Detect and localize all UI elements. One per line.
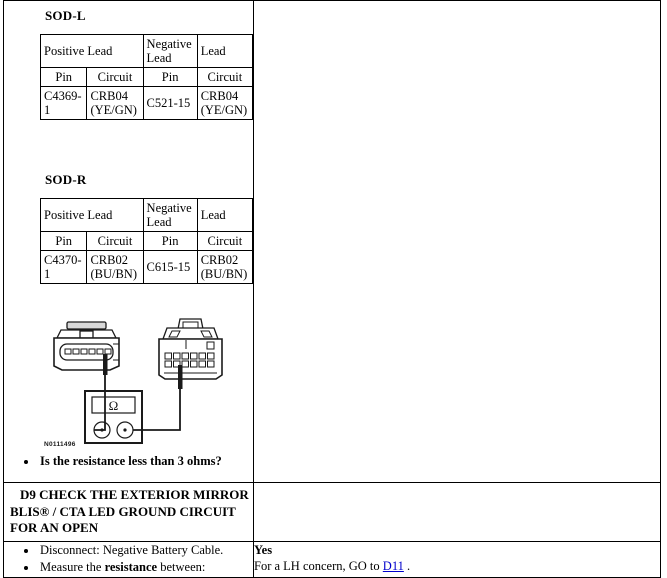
table-subheader-row: Pin Circuit Pin Circuit (39, 231, 254, 251)
sod-r-pos-pin-value: C4370-1 (39, 250, 88, 284)
step-d9-header-cell: D9 CHECK THE EXTERIOR MIRROR BLIS® / CTA… (3, 482, 254, 542)
result-text-after: . (403, 558, 411, 573)
table-row: Disconnect: Negative Battery Cable. Meas… (3, 540, 661, 578)
link-d11[interactable]: D11 (383, 559, 404, 573)
figure-id-label: N0111496 (44, 441, 76, 448)
step-d9-result-cell: Yes For a LH concern, GO to D11 . (253, 540, 661, 578)
step-d9-bullet-list: Disconnect: Negative Battery Cable. Meas… (4, 542, 253, 577)
sod-l-neg-pin-header: Pin (142, 67, 198, 87)
table-row: C4369-1 CRB04 (YE/GN) C521-15 CRB04 (YE/… (39, 86, 254, 120)
sod-l-lead-table: Positive Lead Negative Lead Lead Pin Cir… (39, 34, 254, 120)
table-row: SOD-L Positive Lead Negative Lead Lead P… (3, 0, 661, 483)
diagnostic-table: SOD-L Positive Lead Negative Lead Lead P… (3, 0, 661, 578)
step-d9-header-result-cell (253, 482, 661, 542)
sod-l-positive-lead-header: Positive Lead (40, 34, 144, 68)
left-connector-icon (53, 321, 120, 371)
sod-r-title: SOD-R (45, 172, 87, 187)
sod-r-pos-pin-header: Pin (39, 231, 88, 251)
bullet-suffix: between: (157, 560, 206, 575)
list-item: Disconnect: Negative Battery Cable. (38, 542, 253, 559)
detail-result-cell (253, 0, 661, 483)
step-d9-body-cell: Disconnect: Negative Battery Cable. Meas… (3, 540, 254, 578)
sod-l-neg-circuit-header: Circuit (196, 67, 254, 87)
sod-r-neg-pin-header: Pin (142, 231, 198, 251)
bullet-prefix: Measure the (40, 560, 105, 575)
list-item: Measure the resistance between: (38, 559, 253, 576)
sod-r-neg-circuit-value: CRB02 (BU/BN) (196, 250, 254, 284)
sod-l-title: SOD-L (45, 8, 86, 23)
sod-l-pos-pin-value: C4369-1 (39, 86, 88, 120)
sod-l-neg-circuit-value: CRB04 (YE/GN) (196, 86, 254, 120)
result-yes-action: For a LH concern, GO to D11 . (254, 558, 660, 574)
sod-r-lead-table: Positive Lead Negative Lead Lead Pin Cir… (39, 198, 254, 284)
sod-l-pos-pin-header: Pin (39, 67, 88, 87)
diagnostic-page: SOD-L Positive Lead Negative Lead Lead P… (0, 0, 667, 578)
ohm-symbol: Ω (109, 398, 119, 413)
table-row: D9 CHECK THE EXTERIOR MIRROR BLIS® / CTA… (3, 482, 661, 542)
table-row: C4370-1 CRB02 (BU/BN) C615-15 CRB02 (BU/… (39, 250, 254, 284)
detail-cell: SOD-L Positive Lead Negative Lead Lead P… (3, 0, 254, 483)
sod-l-negative-lead-header: Negative Lead (142, 34, 198, 68)
table-header-row: Positive Lead Negative Lead Lead (40, 198, 254, 232)
sod-r-pos-circuit-header: Circuit (86, 231, 144, 251)
sod-l-neg-pin-value: C521-15 (142, 86, 198, 120)
sod-r-negative-lead-header-cont: Lead (196, 198, 254, 232)
bullet-strong-term: resistance (104, 560, 158, 575)
sod-l-pos-circuit-value: CRB04 (YE/GN) (86, 86, 144, 120)
table-header-row: Positive Lead Negative Lead Lead (40, 34, 254, 68)
table-subheader-row: Pin Circuit Pin Circuit (39, 67, 254, 87)
question-block: Is the resistance less than 3 ohms? (4, 453, 253, 471)
sod-r-neg-circuit-header: Circuit (196, 231, 254, 251)
sod-r-negative-lead-header: Negative Lead (142, 198, 198, 232)
right-connector-icon (158, 318, 223, 380)
sod-r-pos-circuit-value: CRB02 (BU/BN) (86, 250, 144, 284)
list-item: Is the resistance less than 3 ohms? (38, 453, 253, 470)
question-list: Is the resistance less than 3 ohms? (4, 453, 253, 470)
sod-r-neg-pin-value: C615-15 (142, 250, 198, 284)
step-d9-title: D9 CHECK THE EXTERIOR MIRROR BLIS® / CTA… (10, 487, 249, 535)
sod-l-negative-lead-header-cont: Lead (196, 34, 254, 68)
sod-r-positive-lead-header: Positive Lead (40, 198, 144, 232)
resistance-measurement-diagram: Ω (4, 313, 253, 453)
result-yes-label: Yes (254, 542, 273, 557)
sod-l-pos-circuit-header: Circuit (86, 67, 144, 87)
result-text-before: For a LH concern, GO to (254, 558, 383, 573)
